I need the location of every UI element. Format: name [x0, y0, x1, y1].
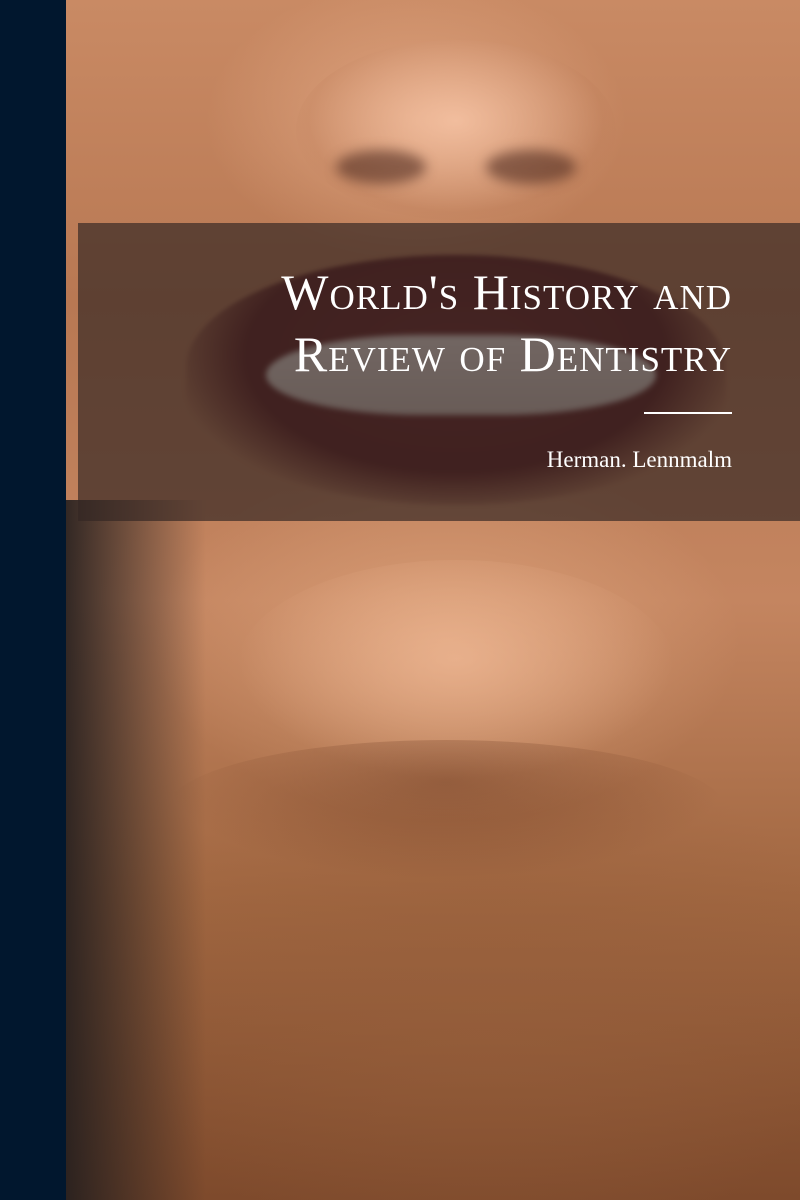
book-cover: World's History and Review of Dentistry …: [0, 0, 800, 1200]
title-line-1: World's History and: [281, 264, 732, 320]
title-band: World's History and Review of Dentistry …: [78, 223, 800, 521]
spine-strip: [0, 0, 66, 1200]
book-title: World's History and Review of Dentistry: [281, 261, 732, 385]
photo-nostril-left: [336, 150, 426, 184]
title-divider: [644, 412, 732, 414]
title-line-2: Review of Dentistry: [293, 326, 732, 382]
photo-nose: [296, 40, 616, 220]
photo-shadow: [66, 500, 206, 1200]
author-name: Herman. Lennmalm: [546, 447, 732, 472]
cover-photo: [66, 0, 800, 1200]
photo-nostril-right: [486, 150, 576, 184]
photo-neck: [166, 740, 726, 880]
